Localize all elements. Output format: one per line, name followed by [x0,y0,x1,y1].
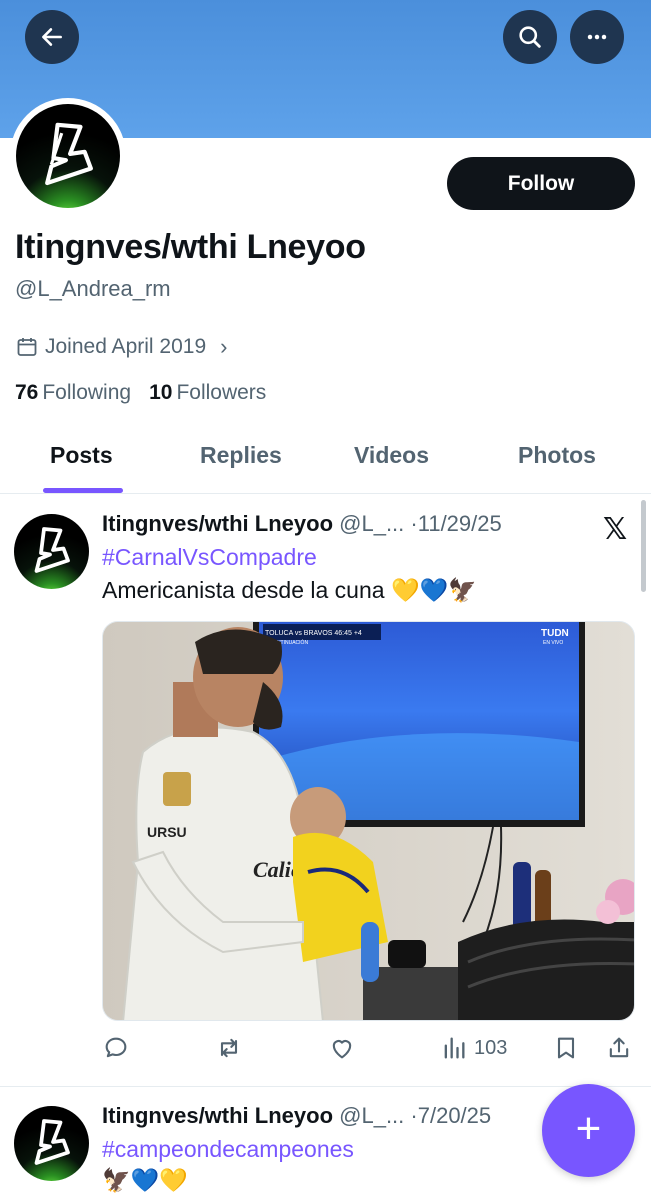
more-horizontal-icon [587,34,607,40]
post-author-handle[interactable]: @L_... [339,511,404,536]
like-button[interactable] [328,1034,356,1062]
tab-photos[interactable]: Photos [518,442,596,469]
shirt-brand-text: URSU [147,824,187,840]
reply-icon [105,1037,127,1058]
repost-button[interactable] [215,1034,243,1062]
analytics-icon [444,1037,465,1059]
post-separator: · [410,511,418,536]
tv-channel-label: TUDN [541,628,569,639]
tv-score-text: TOLUCA vs BRAVOS 46:45 +4 [265,630,362,637]
follow-button[interactable]: Follow [447,157,635,210]
active-tab-indicator [43,488,123,493]
profile-avatar[interactable] [10,98,126,214]
search-button[interactable] [503,10,557,64]
compose-post-button[interactable]: + [542,1084,635,1177]
profile-tabs: Posts Replies Videos Photos [0,428,651,494]
search-icon [519,26,541,48]
calendar-icon [17,338,37,356]
post-divider [0,1086,651,1087]
bookmark-button[interactable] [552,1034,580,1062]
followers-count: 10 [149,381,173,404]
post-text: 🦅💙💛 [102,1167,188,1193]
share-icon [609,1037,629,1058]
follow-stats: 76 Following 10 Followers [15,381,266,405]
avatar-logo [16,104,120,208]
plus-icon: + [575,1103,602,1153]
back-button[interactable] [25,10,79,64]
tab-videos[interactable]: Videos [354,442,429,469]
following-count: 76 [15,381,39,404]
post-hashtag[interactable]: #CarnalVsCompadre [102,544,317,571]
joined-text: Joined April 2019 [45,335,207,358]
followers-label: Followers [176,381,267,404]
profile-handle: @L_Andrea_rm [15,276,171,301]
post-header: Itingnves/wthi Lneyoo @L_... ·7/20/25 [102,1103,491,1129]
tab-replies[interactable]: Replies [200,442,282,469]
post-avatar[interactable] [14,1106,89,1181]
followers-link[interactable]: 10 Followers [149,381,266,405]
post-separator: · [410,1103,418,1128]
post-date[interactable]: 7/20/25 [418,1103,491,1128]
post-actions: 103 [102,1034,635,1066]
heart-icon [332,1040,352,1059]
reply-button[interactable] [102,1034,130,1062]
scrollbar-thumb[interactable] [641,500,646,592]
joined-date[interactable]: Joined April 2019 › [15,334,227,360]
bookmark-icon [557,1037,575,1059]
post-text: Americanista desde la cuna 💛💙🦅 [102,577,477,603]
repost-icon [220,1038,238,1058]
profile-display-name: Itingnves/wthi Lneyoo [15,228,366,266]
following-label: Following [42,381,132,404]
post-header: Itingnves/wthi Lneyoo @L_... ·11/29/25 [102,511,502,537]
share-button[interactable] [605,1034,633,1062]
arrow-left-icon [42,28,62,46]
x-logo-icon: 𝕏 [603,513,628,546]
post-avatar[interactable] [14,514,89,589]
post-author-name[interactable]: Itingnves/wthi Lneyoo [102,511,333,536]
views-count: 103 [474,1036,508,1059]
tab-posts[interactable]: Posts [50,442,113,469]
post-hashtag[interactable]: #campeondecampeones [102,1136,354,1163]
post-image[interactable]: TOLUCA vs BRAVOS 46:45 +4 A CONTINUACIÓN… [102,621,635,1021]
post-author-name[interactable]: Itingnves/wthi Lneyoo [102,1103,333,1128]
more-options-button[interactable] [570,10,624,64]
post-date[interactable]: 11/29/25 [418,511,502,536]
tv-channel-sublabel: EN VIVO [543,640,563,646]
post-author-handle[interactable]: @L_... [339,1103,404,1128]
chevron-right-icon: › [220,334,228,359]
views-button[interactable]: 103 [440,1034,507,1062]
following-link[interactable]: 76 Following [15,381,131,405]
